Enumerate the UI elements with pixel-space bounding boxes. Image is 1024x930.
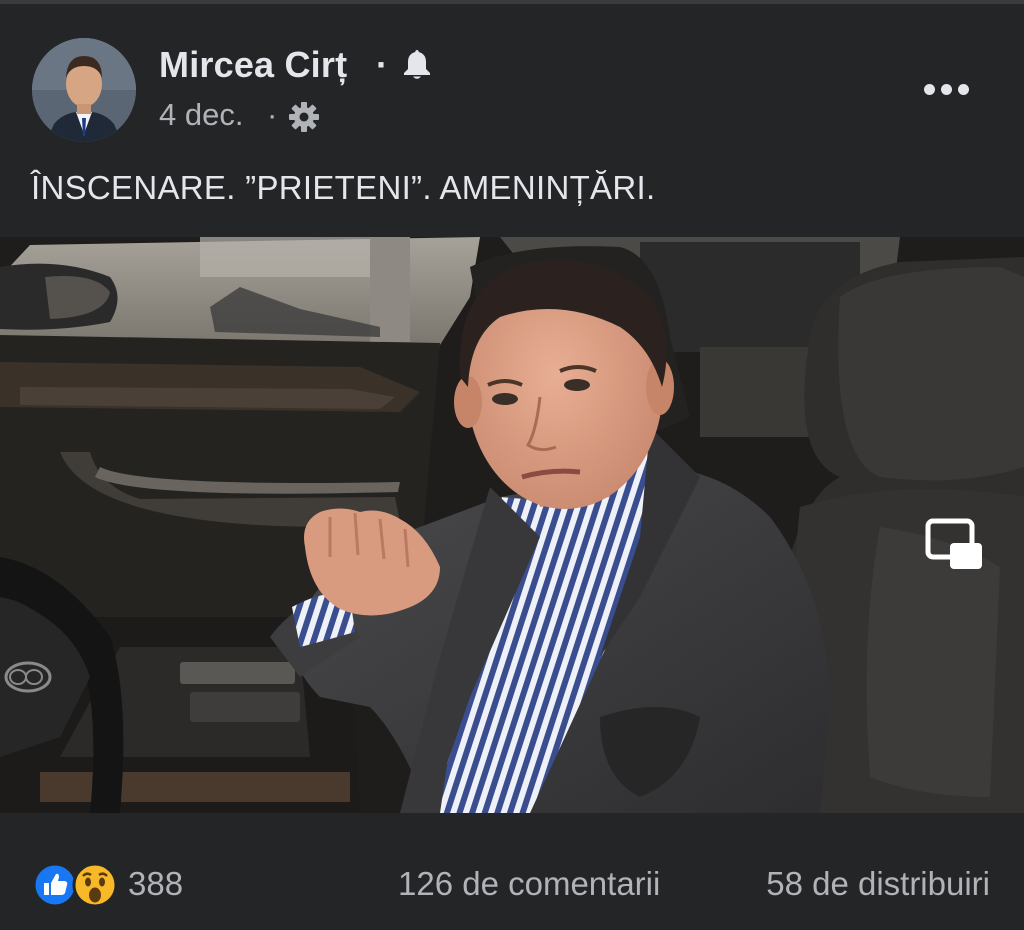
- post-header: Mircea Cirț · 4 dec. ·: [0, 0, 1024, 150]
- meta-separator: ·: [267, 97, 278, 132]
- name-separator: ·: [376, 44, 388, 85]
- wow-icon: [72, 862, 118, 913]
- bell-icon[interactable]: [402, 48, 432, 85]
- more-options-button[interactable]: [916, 74, 972, 106]
- more-horizontal-icon-dot: [958, 84, 969, 95]
- video-frame: [0, 237, 1024, 813]
- reactions-count: 388: [128, 865, 184, 902]
- picture-in-picture-icon[interactable]: [924, 517, 986, 573]
- avatar-image: [32, 38, 136, 142]
- post-caption: ÎNSCENARE. ”PRIETENI”. AMENINȚĂRI.: [31, 169, 656, 206]
- comments-count-link[interactable]: 126 de comentarii: [398, 865, 660, 903]
- author-avatar[interactable]: [32, 38, 136, 142]
- post-date[interactable]: 4 dec.: [159, 97, 243, 133]
- more-horizontal-icon: [924, 84, 935, 95]
- shares-count-link[interactable]: 58 de distribuiri: [766, 865, 990, 903]
- more-horizontal-icon-dot: [941, 84, 952, 95]
- gear-icon[interactable]: [288, 101, 320, 138]
- author-name[interactable]: Mircea Cirț: [159, 44, 347, 86]
- post-video[interactable]: [0, 237, 1024, 813]
